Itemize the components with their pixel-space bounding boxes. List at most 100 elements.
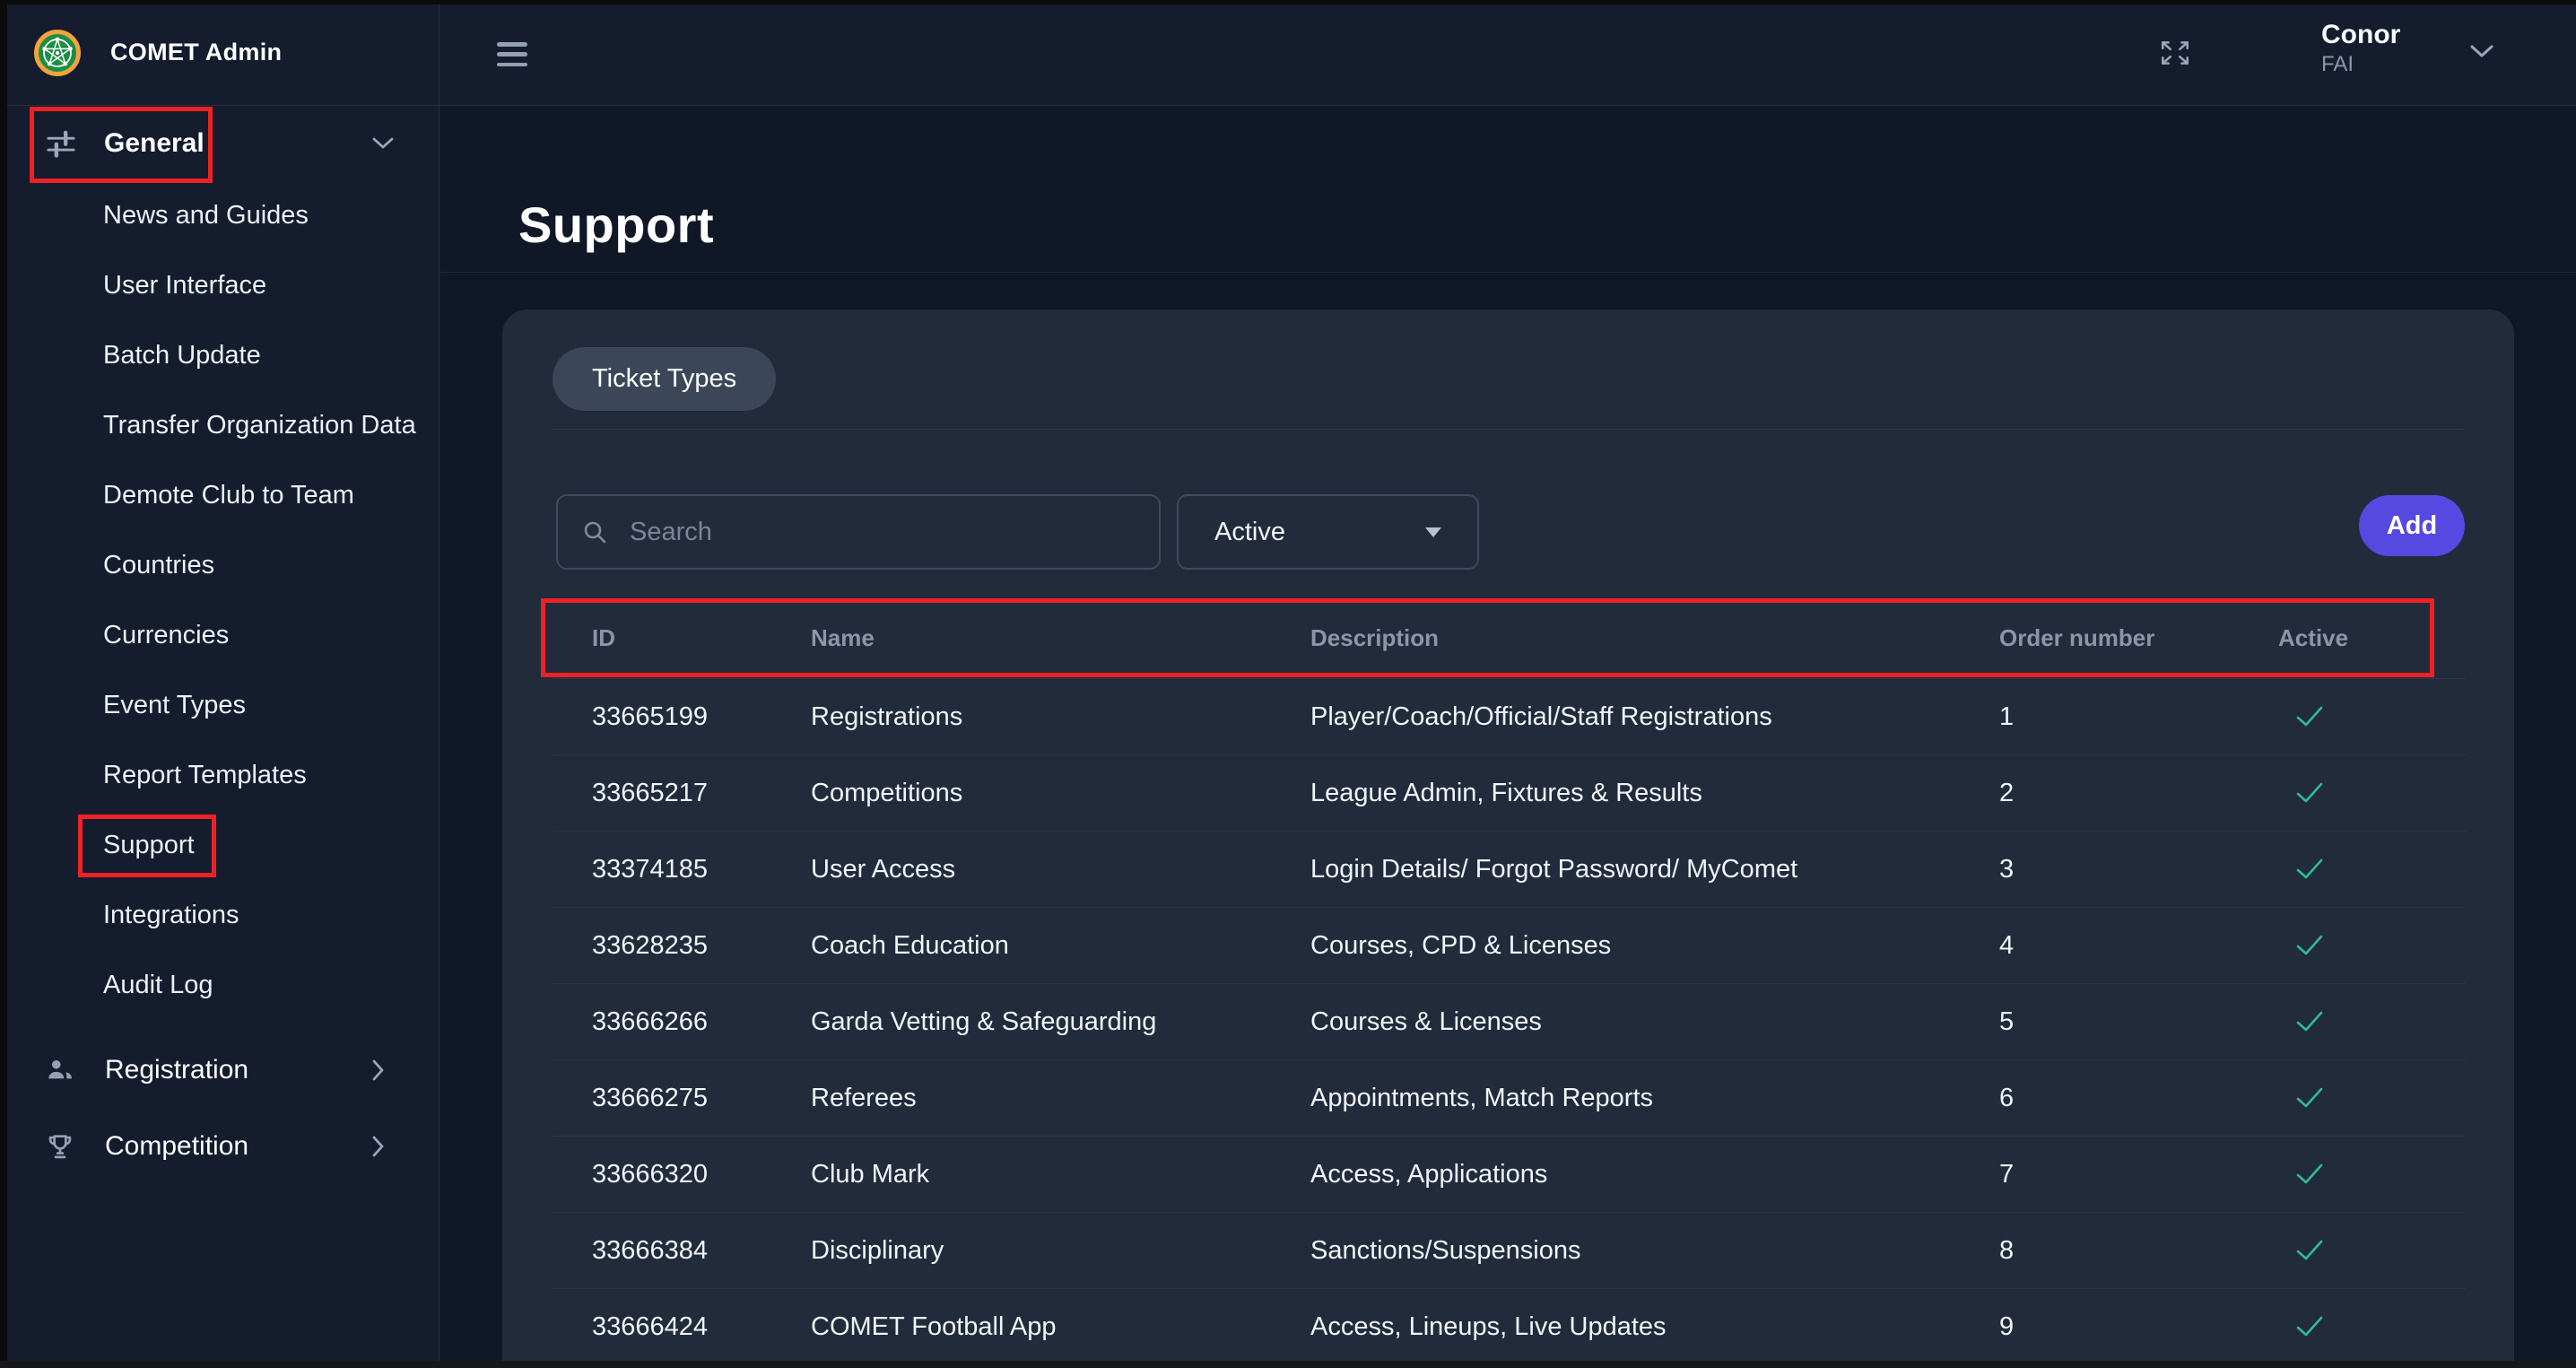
cell-active: [2278, 1238, 2466, 1263]
sidebar-item-batch-update[interactable]: Batch Update: [0, 320, 439, 390]
cell-active: [2278, 1314, 2466, 1339]
cell-id: 33666266: [592, 1007, 811, 1037]
sidebar-item-label: Transfer Organization Data: [103, 411, 416, 440]
table-row[interactable]: 33666424COMET Football AppAccess, Lineup…: [553, 1289, 2466, 1365]
cell-name: Garda Vetting & Safeguarding: [811, 1007, 1310, 1037]
table-row[interactable]: 33666266Garda Vetting & SafeguardingCour…: [553, 984, 2466, 1060]
sidebar-item-support[interactable]: Support: [0, 810, 439, 880]
cell-active: [2278, 1162, 2466, 1187]
user-name: Conor: [2321, 20, 2400, 50]
tab-ticket-types[interactable]: Ticket Types: [553, 347, 776, 411]
ticket-types-table: ID Name Description Order number Active …: [553, 598, 2466, 1365]
table-row[interactable]: 33666320Club MarkAccess, Applications7: [553, 1137, 2466, 1213]
table-row[interactable]: 33666275RefereesAppointments, Match Repo…: [553, 1060, 2466, 1137]
cell-description: League Admin, Fixtures & Results: [1310, 779, 1999, 808]
cell-description: Access, Lineups, Live Updates: [1310, 1312, 1999, 1342]
cell-active: [2278, 1009, 2466, 1034]
cell-description: Sanctions/Suspensions: [1310, 1236, 1999, 1266]
cell-name: Coach Education: [811, 931, 1310, 961]
cell-description: Appointments, Match Reports: [1310, 1084, 1999, 1113]
cell-order-number: 1: [1999, 702, 2278, 732]
sidebar-item-countries[interactable]: Countries: [0, 530, 439, 600]
search-input[interactable]: [628, 517, 1159, 548]
user-menu-button[interactable]: [2470, 45, 2493, 58]
brand: COMET Admin: [0, 0, 439, 106]
magnifier-icon: [581, 518, 608, 545]
cell-id: 33666275: [592, 1084, 811, 1113]
trophy-icon: [45, 1131, 75, 1162]
panel-divider: [553, 429, 2464, 430]
filter-selected-value: Active: [1214, 518, 1285, 547]
table-row[interactable]: 33665217CompetitionsLeague Admin, Fixtur…: [553, 755, 2466, 832]
sliders-icon: [45, 127, 77, 160]
chevron-right-icon: [372, 1059, 385, 1081]
column-header-name: Name: [811, 624, 1310, 652]
add-button[interactable]: Add: [2359, 495, 2465, 556]
sidebar-item-general[interactable]: General: [0, 106, 439, 181]
cell-name: Referees: [811, 1084, 1310, 1113]
sidebar-item-label: General: [104, 128, 205, 159]
sidebar-item-currencies[interactable]: Currencies: [0, 600, 439, 670]
sidebar-item-news-and-guides[interactable]: News and Guides: [0, 180, 439, 250]
check-icon: [2294, 1009, 2325, 1034]
sidebar-item-label: Report Templates: [103, 761, 307, 790]
check-icon: [2294, 1314, 2325, 1339]
check-icon: [2294, 857, 2325, 882]
cell-id: 33665199: [592, 702, 811, 732]
sidebar-item-registration[interactable]: Registration: [0, 1033, 439, 1108]
active-filter-select[interactable]: Active: [1177, 494, 1479, 570]
column-header-order-number: Order number: [1999, 624, 2278, 652]
cell-order-number: 8: [1999, 1236, 2278, 1266]
sidebar-item-label: User Interface: [103, 271, 266, 301]
fullscreen-button[interactable]: [2158, 38, 2192, 68]
chevron-down-icon: [372, 137, 394, 150]
check-icon: [2294, 933, 2325, 958]
sidebar-item-label: Demote Club to Team: [103, 481, 354, 510]
ticket-types-panel: Ticket Types Active Add ID Name Descript…: [502, 309, 2514, 1368]
sidebar-item-report-templates[interactable]: Report Templates: [0, 740, 439, 810]
user-organization: FAI: [2321, 52, 2400, 77]
cell-description: Access, Applications: [1310, 1160, 1999, 1189]
cell-name: COMET Football App: [811, 1312, 1310, 1342]
cell-name: Disciplinary: [811, 1236, 1310, 1266]
sidebar-item-event-types[interactable]: Event Types: [0, 670, 439, 740]
cell-description: Courses & Licenses: [1310, 1007, 1999, 1037]
cell-description: Courses, CPD & Licenses: [1310, 931, 1999, 961]
cell-id: 33665217: [592, 779, 811, 808]
cell-id: 33666384: [592, 1236, 811, 1266]
table-body: 33665199RegistrationsPlayer/Coach/Offici…: [553, 679, 2466, 1365]
people-icon: [45, 1055, 75, 1085]
menu-toggle-button[interactable]: [497, 42, 527, 66]
comet-admin-screen: Conor FAI: [0, 0, 2576, 1368]
cell-active: [2278, 704, 2466, 729]
cell-id: 33628235: [592, 931, 811, 961]
sidebar-item-transfer-organization-data[interactable]: Transfer Organization Data: [0, 390, 439, 460]
caret-down-icon: [1425, 527, 1441, 537]
table-row[interactable]: 33666384DisciplinarySanctions/Suspension…: [553, 1213, 2466, 1289]
table-row[interactable]: 33374185User AccessLogin Details/ Forgot…: [553, 832, 2466, 908]
sidebar-item-competition[interactable]: Competition: [0, 1109, 439, 1184]
cell-order-number: 2: [1999, 779, 2278, 808]
cell-id: 33666424: [592, 1312, 811, 1342]
screen-edge-top: [0, 0, 2576, 4]
screen-edge-left: [0, 0, 7, 1368]
check-icon: [2294, 1238, 2325, 1263]
cell-name: Club Mark: [811, 1160, 1310, 1189]
table-row[interactable]: 33628235Coach EducationCourses, CPD & Li…: [553, 908, 2466, 984]
table-row[interactable]: 33665199RegistrationsPlayer/Coach/Offici…: [553, 679, 2466, 755]
column-header-id: ID: [592, 624, 811, 652]
comet-globe-logo: [34, 30, 81, 76]
sidebar-item-integrations[interactable]: Integrations: [0, 880, 439, 950]
cell-name: Competitions: [811, 779, 1310, 808]
cell-order-number: 3: [1999, 855, 2278, 884]
sidebar-item-demote-club-to-team[interactable]: Demote Club to Team: [0, 460, 439, 530]
sidebar-item-user-interface[interactable]: User Interface: [0, 250, 439, 320]
chevron-right-icon: [372, 1136, 385, 1157]
page-title: Support: [518, 196, 714, 254]
sidebar-item-audit-log[interactable]: Audit Log: [0, 950, 439, 1020]
cell-name: User Access: [811, 855, 1310, 884]
cell-active: [2278, 857, 2466, 882]
cell-order-number: 5: [1999, 1007, 2278, 1037]
hamburger-icon: [497, 42, 527, 47]
user-menu[interactable]: Conor FAI: [2321, 20, 2400, 77]
